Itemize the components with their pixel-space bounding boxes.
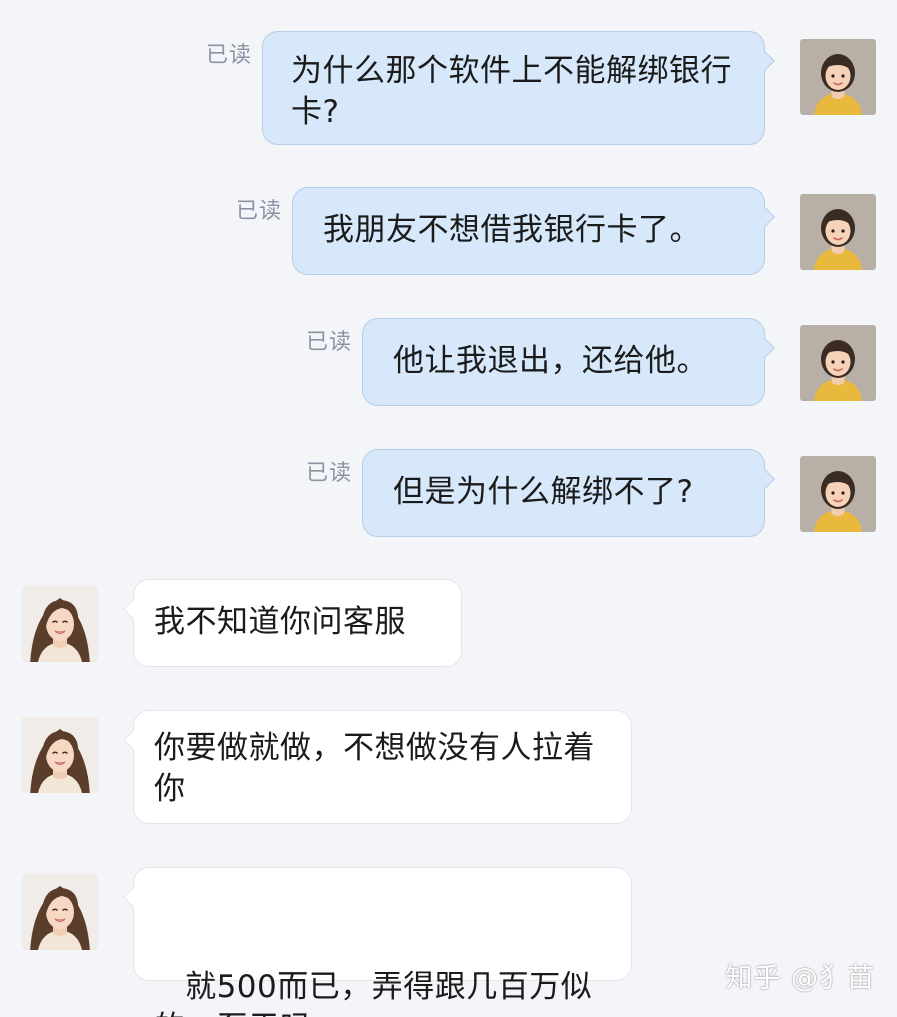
message-text: 你要做就做，不想做没有人拉着你: [154, 730, 595, 807]
self-avatar[interactable]: [800, 456, 876, 532]
contact-avatar[interactable]: [22, 874, 98, 950]
message-text: 我不知道你问客服: [154, 604, 406, 640]
outgoing-message-3[interactable]: 他让我退出，还给他。: [362, 318, 775, 406]
cartoon-woman-avatar-icon: [800, 456, 876, 532]
cartoon-woman-avatar-icon: [800, 39, 876, 115]
read-receipt-3: 已读: [306, 330, 353, 355]
incoming-message-3[interactable]: 就500而已，弄得跟几百万似的。至于吗: [123, 867, 632, 1017]
woman-photo-avatar-icon: [22, 586, 98, 662]
message-text: 我朋友不想借我银行卡了。: [323, 212, 701, 248]
outgoing-message-2[interactable]: 我朋友不想借我银行卡了。: [292, 187, 775, 275]
cartoon-woman-avatar-icon: [800, 325, 876, 401]
bubble-tail: [755, 469, 775, 489]
self-avatar[interactable]: [800, 39, 876, 115]
message-text: 为什么那个软件上不能解绑银行卡?: [291, 53, 732, 130]
message-text: 他让我退出，还给他。: [393, 343, 708, 379]
bubble-tail: [123, 730, 143, 750]
incoming-message-1[interactable]: 我不知道你问客服: [123, 579, 462, 667]
outgoing-message-1[interactable]: 为什么那个软件上不能解绑银行卡?: [262, 31, 775, 145]
message-text: 就500而已，弄得跟几百万似的。至于吗: [154, 969, 593, 1017]
zhihu-watermark: 知乎 @犭苗: [725, 963, 875, 994]
outgoing-message-4[interactable]: 但是为什么解绑不了?: [362, 449, 775, 537]
contact-avatar[interactable]: [22, 717, 98, 793]
bubble-tail: [755, 207, 775, 227]
woman-photo-avatar-icon: [22, 717, 98, 793]
read-receipt-4: 已读: [306, 461, 353, 486]
bubble-tail: [123, 599, 143, 619]
self-avatar[interactable]: [800, 194, 876, 270]
cartoon-woman-avatar-icon: [800, 194, 876, 270]
woman-photo-avatar-icon: [22, 874, 98, 950]
read-receipt-2: 已读: [236, 199, 283, 224]
bubble-tail: [123, 887, 143, 907]
bubble-tail: [755, 338, 775, 358]
read-receipt-1: 已读: [206, 43, 253, 68]
contact-avatar[interactable]: [22, 586, 98, 662]
bubble-tail: [755, 51, 775, 71]
message-text: 但是为什么解绑不了?: [393, 474, 694, 510]
self-avatar[interactable]: [800, 325, 876, 401]
incoming-message-2[interactable]: 你要做就做，不想做没有人拉着你: [123, 710, 632, 824]
